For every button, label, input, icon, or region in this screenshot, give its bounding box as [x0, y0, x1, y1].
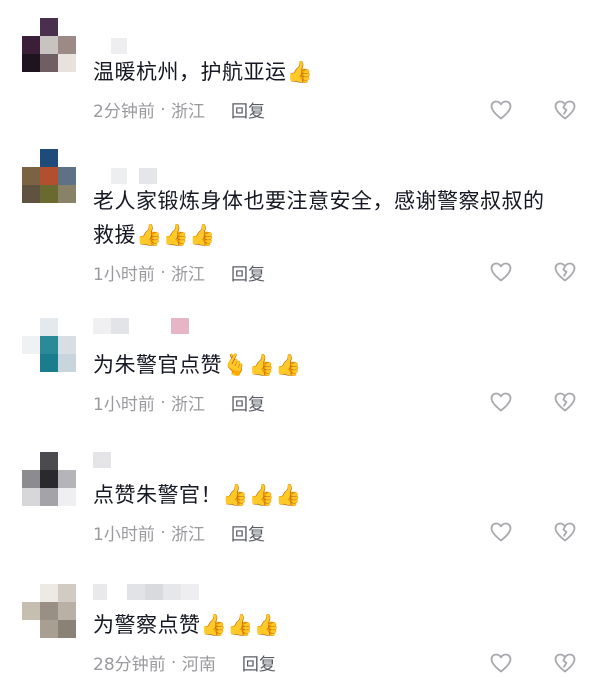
timestamp: 1小时前 [93, 395, 155, 415]
timestamp: 2分钟前 [93, 102, 155, 122]
heart-outline-icon[interactable] [489, 390, 513, 414]
location: 河南 [181, 655, 216, 675]
location: 浙江 [171, 395, 206, 415]
comment-text: 为朱警官点赞🫰👍👍 [93, 353, 302, 377]
comment-meta: 28分钟前 · 河南 回复 [93, 650, 276, 676]
reply-button[interactable]: 回复 [242, 650, 276, 675]
avatar[interactable] [22, 18, 76, 72]
comment-meta: 1小时前 · 浙江 回复 [93, 520, 265, 546]
comment-meta: 1小时前 · 浙江 回复 [93, 260, 265, 286]
broken-heart-outline-icon[interactable] [553, 520, 577, 544]
heart-outline-icon[interactable] [489, 651, 513, 675]
location: 浙江 [171, 102, 206, 122]
username-blurred[interactable] [93, 38, 127, 54]
broken-heart-outline-icon[interactable] [553, 651, 577, 675]
broken-heart-outline-icon[interactable] [553, 98, 577, 122]
heart-outline-icon[interactable] [489, 260, 513, 284]
heart-outline-icon[interactable] [489, 520, 513, 544]
avatar[interactable] [22, 452, 76, 506]
comment-meta: 1小时前 · 浙江 回复 [93, 390, 265, 416]
username-blurred[interactable] [93, 168, 157, 184]
timestamp: 1小时前 [93, 265, 155, 285]
avatar[interactable] [22, 318, 76, 372]
location: 浙江 [171, 265, 206, 285]
broken-heart-outline-icon[interactable] [553, 390, 577, 414]
comment-meta: 2分钟前 · 浙江 回复 [93, 97, 265, 123]
timestamp: 28分钟前 [93, 655, 166, 675]
reply-button[interactable]: 回复 [231, 97, 265, 122]
comment-text: 温暖杭州，护航亚运👍 [93, 60, 314, 84]
comment-text: 老人家锻炼身体也要注意安全，感谢警察叔叔的救援👍👍👍 [93, 189, 545, 247]
avatar[interactable] [22, 149, 76, 203]
location: 浙江 [171, 525, 206, 545]
username-blurred[interactable] [93, 584, 199, 600]
reply-button[interactable]: 回复 [231, 260, 265, 285]
heart-outline-icon[interactable] [489, 98, 513, 122]
comment-text: 点赞朱警官！👍👍👍 [93, 483, 302, 507]
reply-button[interactable]: 回复 [231, 520, 265, 545]
comment-text: 为警察点赞👍👍👍 [93, 613, 281, 637]
timestamp: 1小时前 [93, 525, 155, 545]
reply-button[interactable]: 回复 [231, 390, 265, 415]
username-blurred[interactable] [93, 452, 111, 468]
broken-heart-outline-icon[interactable] [553, 260, 577, 284]
avatar[interactable] [22, 584, 76, 638]
username-blurred[interactable] [93, 318, 189, 334]
